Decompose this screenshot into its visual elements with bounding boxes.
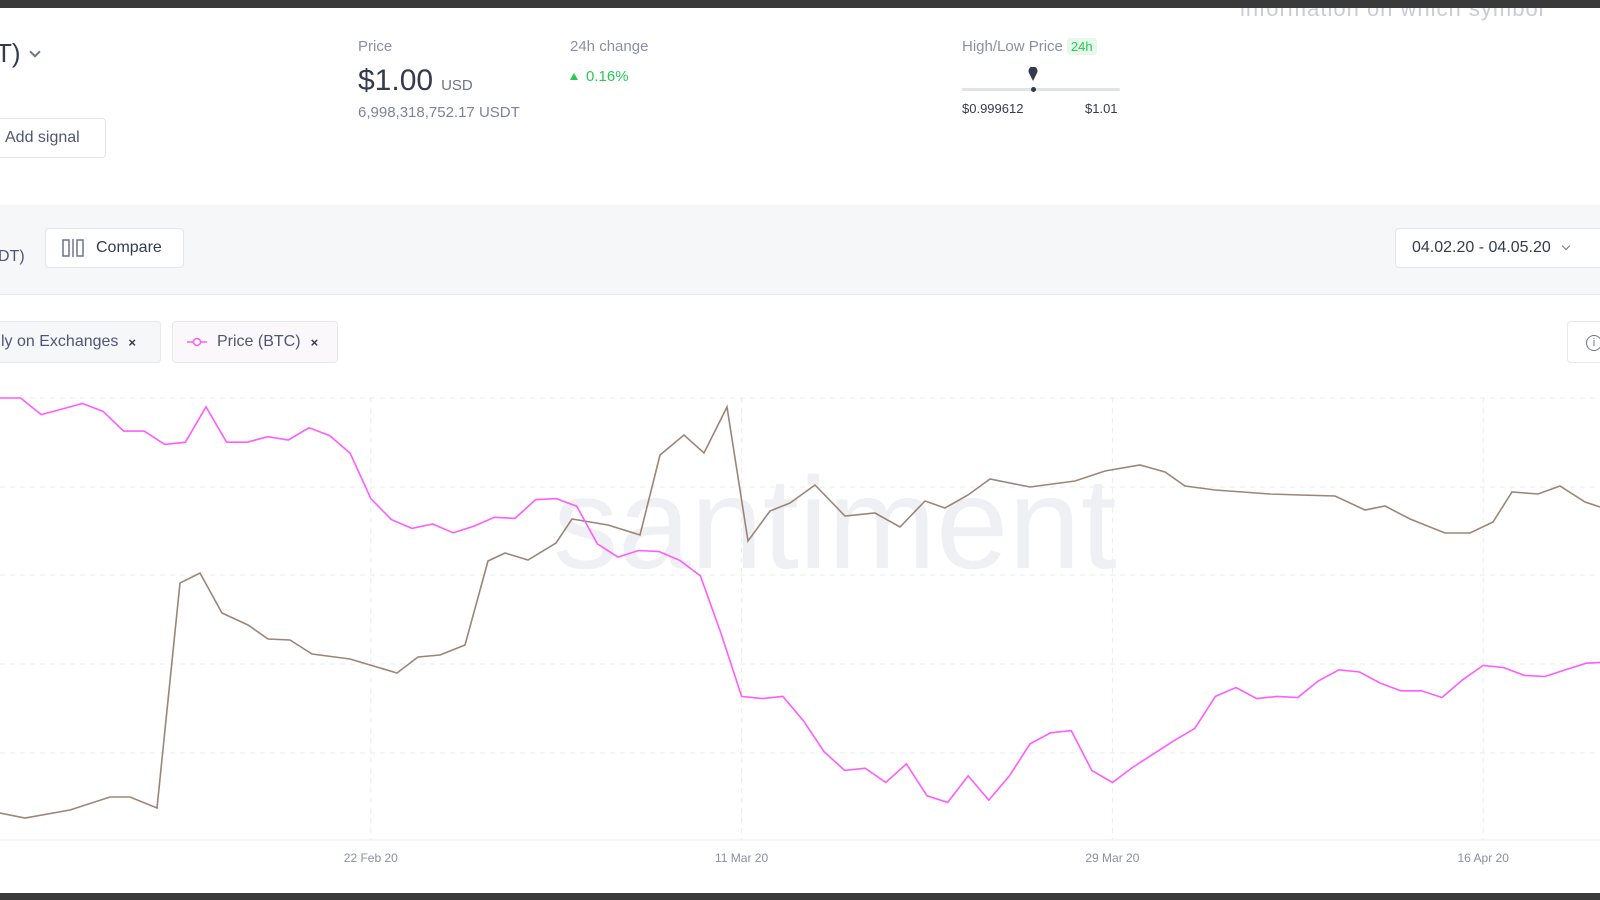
high-low-label: High/Low Price 24h	[962, 38, 1097, 55]
x-tick-label: 16 Apr 20	[1458, 851, 1510, 865]
price-block: $1.00 USD	[358, 64, 473, 98]
price-unit: USD	[441, 77, 473, 94]
add-signal-label: Add signal	[5, 129, 80, 146]
low-price: $0.999612	[962, 101, 1024, 116]
ticker-fragment[interactable]: DT)	[0, 248, 25, 266]
arrow-up-icon	[570, 73, 578, 80]
add-signal-button[interactable]: Add signal	[0, 118, 106, 158]
change-value: 0.16%	[586, 68, 629, 85]
compare-button[interactable]: Compare	[45, 228, 184, 268]
chevron-down-icon	[1561, 241, 1571, 251]
page-heading-fragment: information on which symbol	[1240, 8, 1545, 21]
asset-selector[interactable]: T)	[0, 38, 41, 69]
high-price: $1.01	[1085, 101, 1118, 116]
metric-chip-supply[interactable]: ly on Exchanges ×	[0, 321, 161, 363]
chevron-down-icon	[28, 45, 41, 58]
asset-title: T)	[0, 38, 21, 68]
track-dot	[1031, 87, 1036, 92]
price-marker-icon	[1028, 67, 1038, 81]
period-badge: 24h	[1066, 38, 1097, 55]
high-low-title: High/Low Price	[962, 38, 1063, 55]
price-label: Price	[358, 38, 393, 55]
info-button[interactable]: i	[1567, 321, 1600, 363]
close-icon[interactable]: ×	[128, 335, 136, 350]
compare-icon	[62, 239, 84, 257]
price-value: $1.00	[358, 64, 434, 97]
metric-chip-price-btc[interactable]: Price (BTC) ×	[172, 321, 338, 363]
change-indicator: 0.16%	[570, 68, 629, 85]
close-icon[interactable]: ×	[311, 335, 319, 350]
x-tick-label: 29 Mar 20	[1085, 851, 1139, 865]
metric-label: ly on Exchanges	[1, 333, 119, 350]
x-tick-label: 22 Feb 20	[344, 851, 398, 865]
app-frame: information on which symbol T) Add signa…	[0, 8, 1600, 893]
date-range-picker[interactable]: 04.02.20 - 04.05.20	[1395, 228, 1600, 268]
change-label: 24h change	[570, 38, 649, 55]
metric-label: Price (BTC)	[217, 333, 301, 350]
info-icon: i	[1586, 335, 1600, 351]
date-range-value: 04.02.20 - 04.05.20	[1412, 239, 1551, 256]
supply-value: 6,998,318,752.17 USDT	[358, 104, 520, 121]
x-tick-label: 11 Mar 20	[715, 851, 768, 865]
high-low-track	[962, 88, 1120, 91]
watermark: santiment	[553, 450, 1117, 596]
compare-label: Compare	[96, 239, 162, 256]
chart-toolbar: DT) Compare 04.02.20 - 04.05.20	[0, 205, 1600, 295]
price-chart[interactable]: santiment 22 Feb 20 11 Mar 20 29 Mar 20 16 …	[0, 393, 1600, 883]
x-axis: 22 Feb 20 11 Mar 20 29 Mar 20 16 Apr 20	[344, 851, 1509, 865]
line-series-icon	[187, 337, 207, 347]
